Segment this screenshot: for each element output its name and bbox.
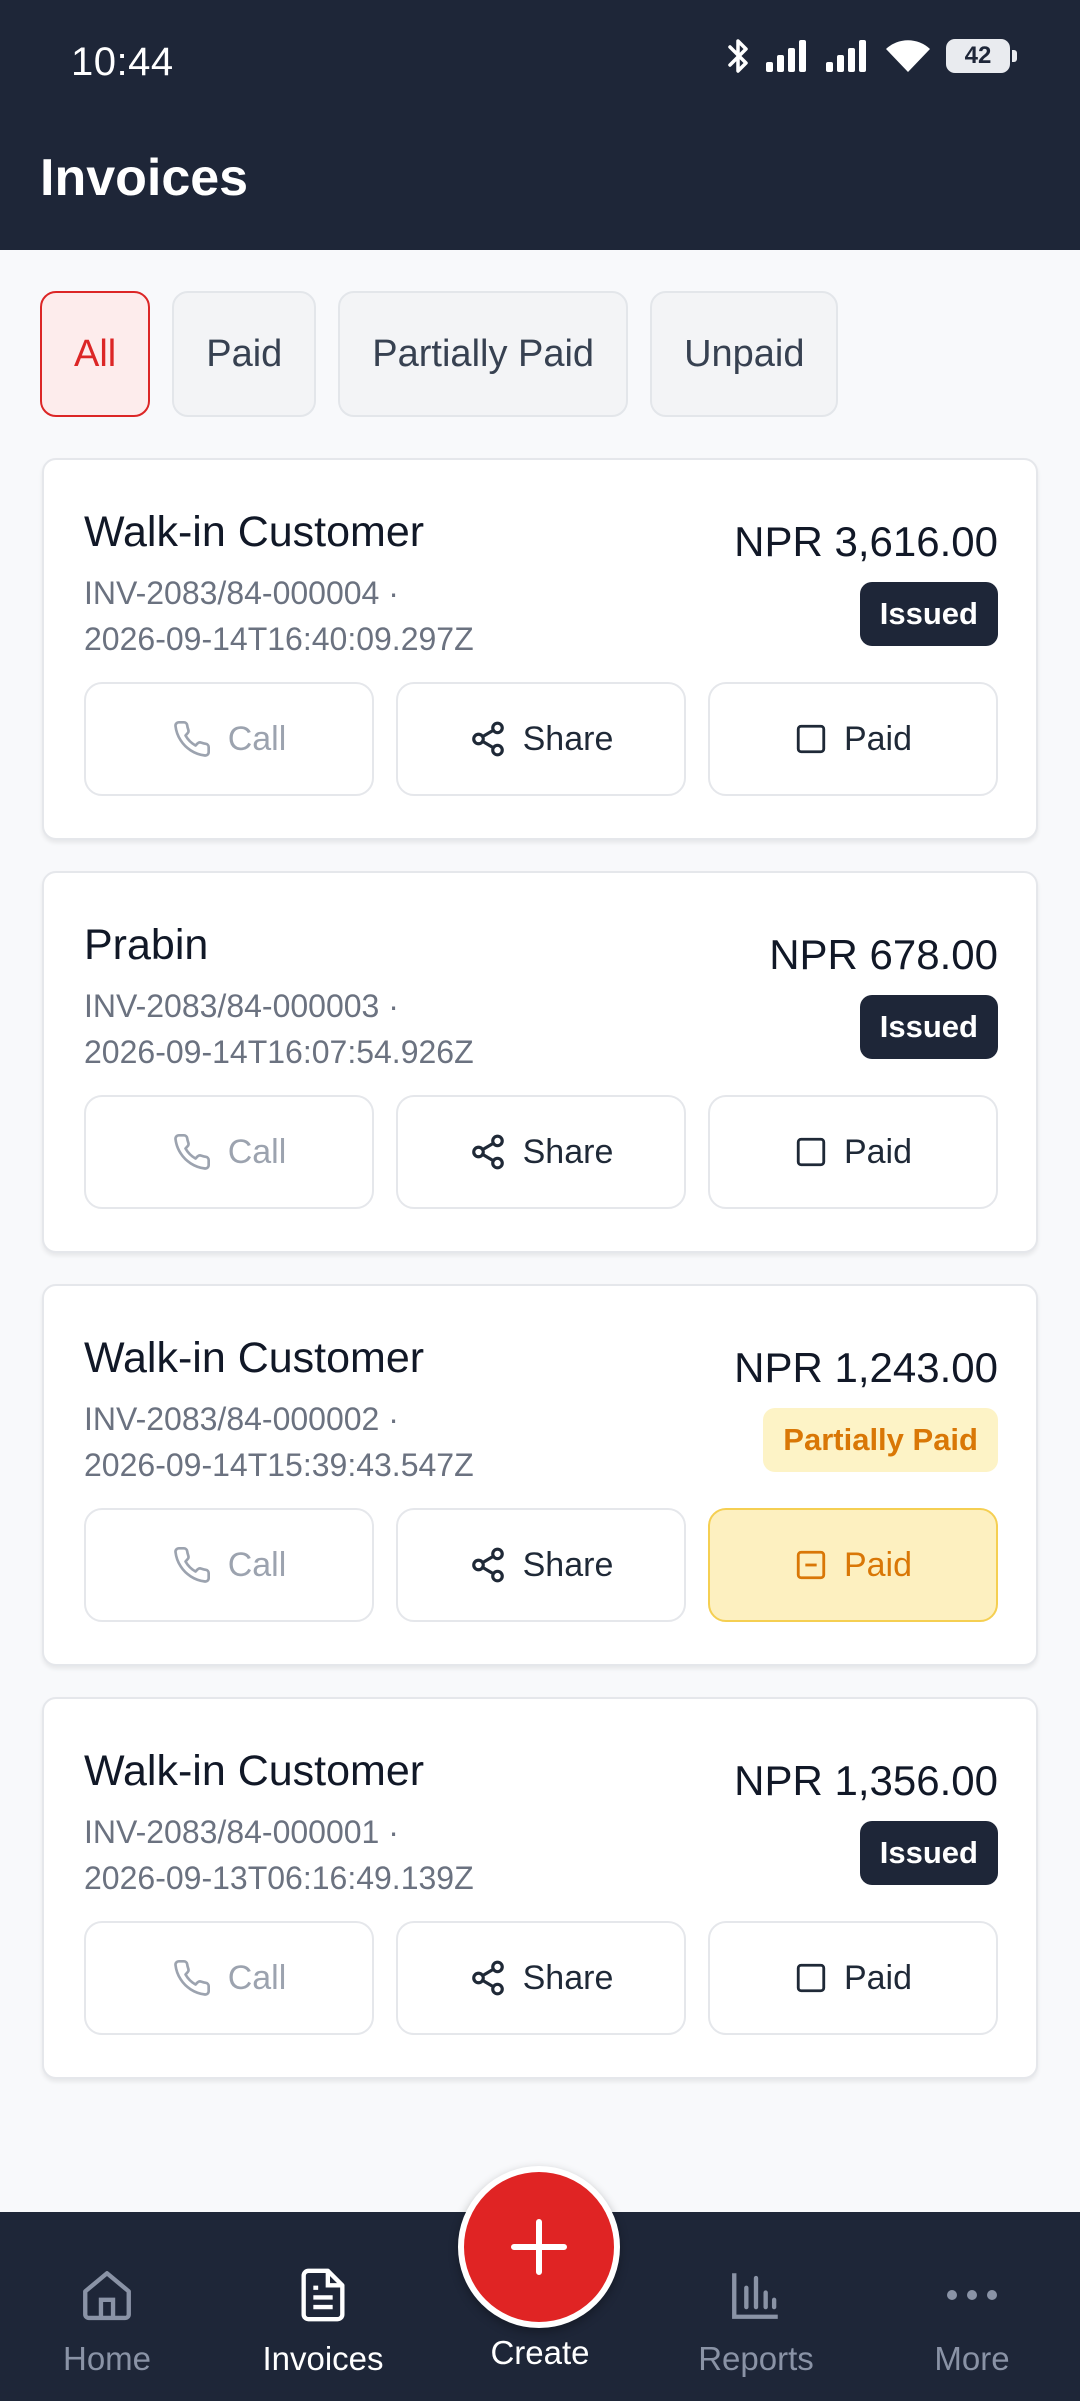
status-badge: Issued bbox=[859, 995, 998, 1059]
invoice-number: INV-2083/84-000002 · bbox=[84, 1401, 399, 1437]
call-button[interactable]: Call bbox=[84, 1095, 374, 1209]
indeterminate-checkbox-icon bbox=[796, 1550, 826, 1580]
plus-icon bbox=[511, 2219, 567, 2275]
invoice-meta: INV-2083/84-000002 · 2026-09-14T15:39:43… bbox=[84, 1396, 644, 1488]
share-button[interactable]: Share bbox=[396, 1921, 686, 2035]
checkbox-icon bbox=[796, 1137, 826, 1167]
customer-name: Walk-in Customer bbox=[84, 1747, 425, 1795]
call-label: Call bbox=[227, 719, 287, 758]
checkbox-icon bbox=[796, 724, 826, 754]
invoice-meta: INV-2083/84-000001 · 2026-09-13T06:16:49… bbox=[84, 1809, 644, 1901]
invoice-timestamp: 2026-09-13T06:16:49.139Z bbox=[84, 1860, 474, 1896]
nav-invoices-label: Invoices bbox=[262, 2340, 384, 2377]
checkbox-icon bbox=[796, 1963, 826, 1993]
home-icon bbox=[78, 2262, 136, 2328]
phone-icon bbox=[173, 1546, 210, 1583]
page-title: Invoices bbox=[40, 149, 249, 207]
more-dots-icon bbox=[943, 2262, 1001, 2328]
nav-more-label: More bbox=[934, 2340, 1010, 2377]
nav-reports-label: Reports bbox=[698, 2340, 814, 2377]
invoice-timestamp: 2026-09-14T16:07:54.926Z bbox=[84, 1034, 474, 1070]
invoice-number: INV-2083/84-000001 · bbox=[84, 1814, 399, 1850]
share-button[interactable]: Share bbox=[396, 1508, 686, 1622]
paid-label: Paid bbox=[843, 719, 913, 758]
paid-label: Paid bbox=[843, 1545, 913, 1584]
invoice-actions: Call Share Paid bbox=[84, 682, 998, 796]
app-header: 10:44 42 Invoices bbox=[0, 0, 1080, 250]
share-label: Share bbox=[522, 1545, 614, 1584]
invoice-number: INV-2083/84-000003 · bbox=[84, 988, 399, 1024]
nav-more[interactable]: More bbox=[882, 2212, 1062, 2401]
share-label: Share bbox=[522, 1132, 614, 1171]
share-label: Share bbox=[522, 1958, 614, 1997]
invoice-number: INV-2083/84-000004 · bbox=[84, 575, 399, 611]
invoice-amount: NPR 3,616.00 bbox=[734, 518, 998, 565]
invoice-actions: Call Share Paid bbox=[84, 1508, 998, 1622]
call-label: Call bbox=[227, 1132, 287, 1171]
filter-all[interactable]: All bbox=[40, 291, 151, 417]
filter-tabs: All Paid Partially Paid Unpaid bbox=[40, 291, 839, 417]
invoice-timestamp: 2026-09-14T15:39:43.547Z bbox=[84, 1447, 474, 1483]
status-time: 10:44 bbox=[71, 40, 174, 84]
share-icon bbox=[471, 1547, 504, 1583]
status-badge: Issued bbox=[859, 1821, 998, 1885]
invoice-meta: INV-2083/84-000004 · 2026-09-14T16:40:09… bbox=[84, 570, 644, 662]
mark-paid-button[interactable]: Paid bbox=[708, 1508, 998, 1622]
nav-home[interactable]: Home bbox=[17, 2212, 197, 2401]
share-button[interactable]: Share bbox=[396, 1095, 686, 1209]
filter-partially-paid[interactable]: Partially Paid bbox=[338, 291, 629, 417]
customer-name: Walk-in Customer bbox=[84, 508, 425, 556]
invoice-amount: NPR 1,243.00 bbox=[734, 1344, 998, 1391]
share-icon bbox=[471, 1134, 504, 1170]
nav-invoices[interactable]: Invoices bbox=[233, 2212, 413, 2401]
share-button[interactable]: Share bbox=[396, 682, 686, 796]
phone-icon bbox=[173, 720, 210, 757]
call-button[interactable]: Call bbox=[84, 1508, 374, 1622]
filter-unpaid[interactable]: Unpaid bbox=[650, 291, 839, 417]
signal-icon bbox=[766, 40, 806, 72]
invoice-amount: NPR 1,356.00 bbox=[734, 1757, 998, 1804]
customer-name: Prabin bbox=[84, 921, 209, 969]
paid-label: Paid bbox=[843, 1958, 913, 1997]
invoice-amount: NPR 678.00 bbox=[769, 931, 998, 978]
signal-icon-2 bbox=[826, 40, 866, 72]
document-icon bbox=[294, 2262, 352, 2328]
share-label: Share bbox=[522, 719, 614, 758]
phone-icon bbox=[173, 1959, 210, 1996]
share-icon bbox=[471, 1960, 504, 1996]
wifi-icon bbox=[886, 40, 930, 72]
status-icons: 42 bbox=[726, 36, 1017, 76]
invoice-actions: Call Share Paid bbox=[84, 1095, 998, 1209]
nav-home-label: Home bbox=[62, 2340, 152, 2377]
create-invoice-button[interactable] bbox=[458, 2166, 620, 2328]
mark-paid-button[interactable]: Paid bbox=[708, 682, 998, 796]
bar-chart-icon bbox=[727, 2262, 785, 2328]
nav-create-label: Create bbox=[490, 2334, 590, 2371]
call-button[interactable]: Call bbox=[84, 1921, 374, 2035]
invoice-meta: INV-2083/84-000003 · 2026-09-14T16:07:54… bbox=[84, 983, 644, 1075]
bluetooth-icon bbox=[728, 39, 748, 73]
mark-paid-button[interactable]: Paid bbox=[708, 1095, 998, 1209]
phone-icon bbox=[173, 1133, 210, 1170]
invoice-card[interactable]: Walk-in Customer INV-2083/84-000004 · 20… bbox=[42, 458, 1038, 840]
invoice-card[interactable]: Walk-in Customer INV-2083/84-000002 · 20… bbox=[42, 1284, 1038, 1666]
invoice-card[interactable]: Walk-in Customer INV-2083/84-000001 · 20… bbox=[42, 1697, 1038, 2079]
filter-paid[interactable]: Paid bbox=[172, 291, 317, 417]
call-button[interactable]: Call bbox=[84, 682, 374, 796]
share-icon bbox=[471, 721, 504, 757]
battery-icon: 42 bbox=[946, 39, 1017, 73]
paid-label: Paid bbox=[843, 1132, 913, 1171]
status-badge: Issued bbox=[859, 582, 998, 646]
customer-name: Walk-in Customer bbox=[84, 1334, 425, 1382]
call-label: Call bbox=[227, 1958, 287, 1997]
invoice-timestamp: 2026-09-14T16:40:09.297Z bbox=[84, 621, 474, 657]
nav-reports[interactable]: Reports bbox=[666, 2212, 846, 2401]
invoice-actions: Call Share Paid bbox=[84, 1921, 998, 2035]
invoice-card[interactable]: Prabin INV-2083/84-000003 · 2026-09-14T1… bbox=[42, 871, 1038, 1253]
call-label: Call bbox=[227, 1545, 287, 1584]
mark-paid-button[interactable]: Paid bbox=[708, 1921, 998, 2035]
status-badge: Partially Paid bbox=[763, 1408, 998, 1472]
